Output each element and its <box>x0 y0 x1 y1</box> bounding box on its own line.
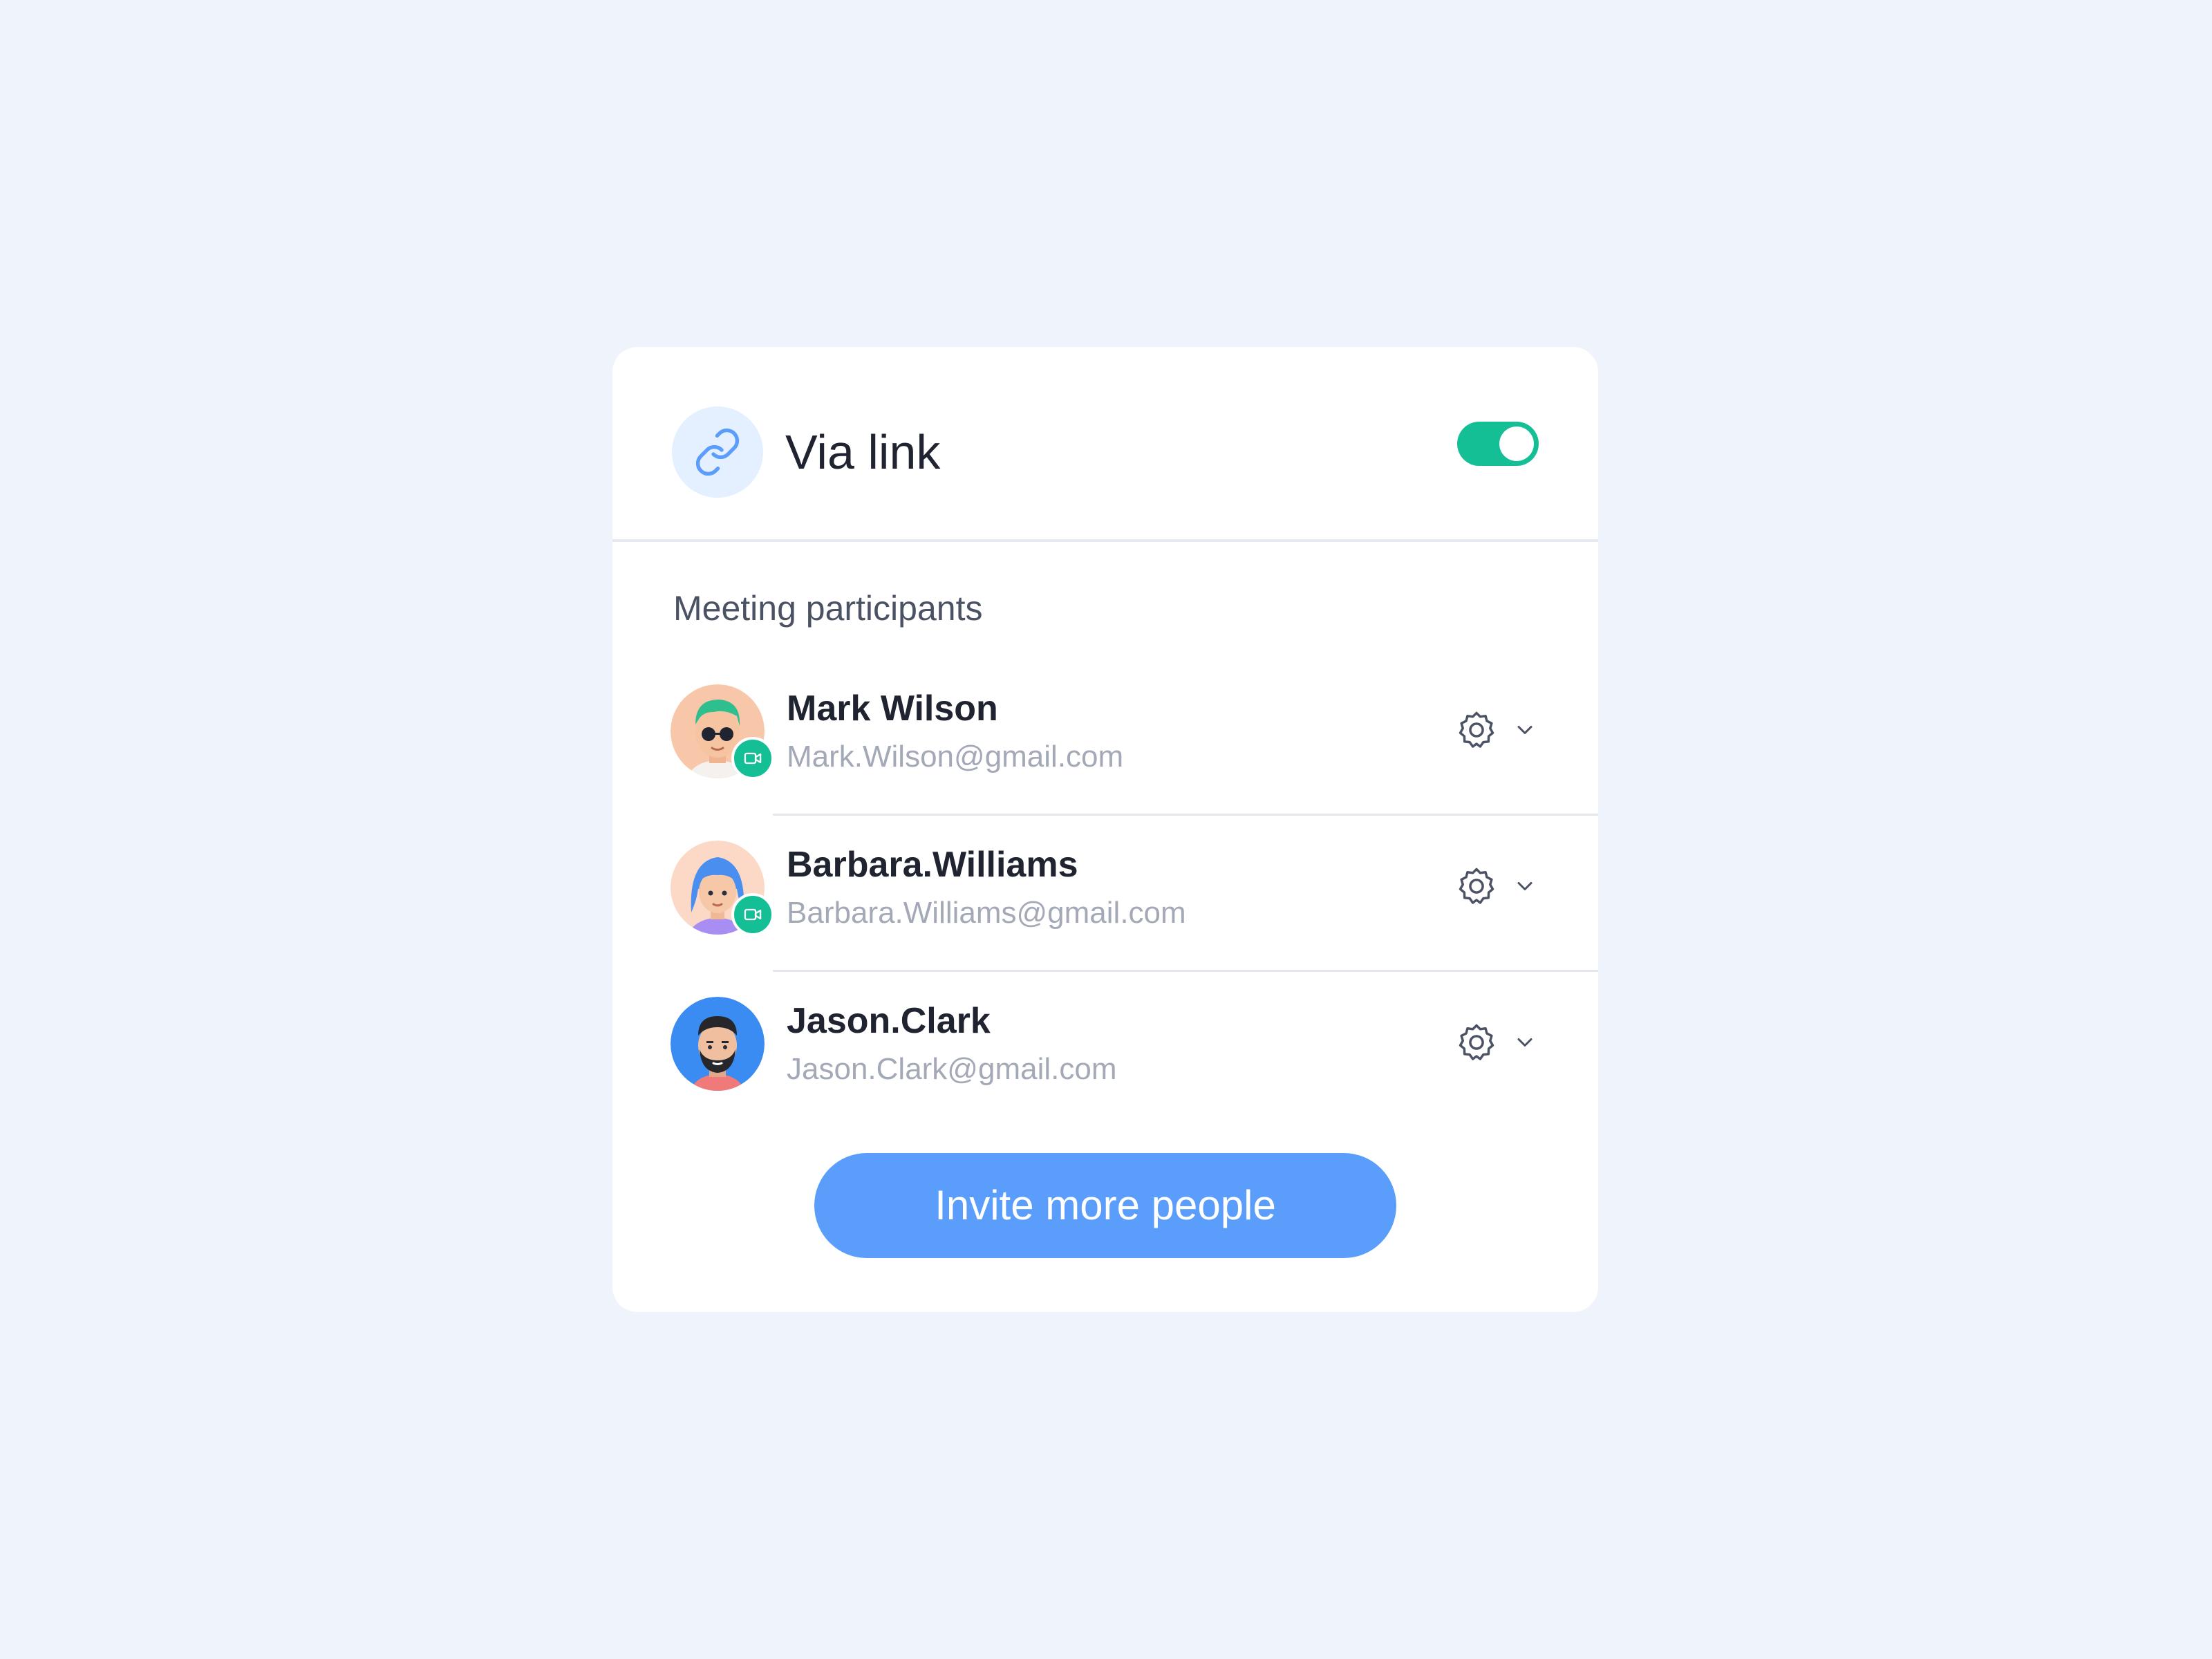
participant-email: Mark.Wilson@gmail.com <box>787 740 1124 774</box>
participant-name: Barbara.Williams <box>787 845 1078 885</box>
participant-name: Jason.Clark <box>787 1001 991 1041</box>
participant-settings-dropdown[interactable] <box>1454 860 1544 912</box>
invite-more-people-button[interactable]: Invite more people <box>814 1153 1396 1258</box>
avatar <box>671 997 765 1091</box>
video-camera-icon <box>731 893 774 936</box>
participant-email: Barbara.Williams@gmail.com <box>787 896 1186 930</box>
header-divider <box>612 539 1598 542</box>
header-title: Via link <box>785 425 941 479</box>
section-title: Meeting participants <box>673 589 983 628</box>
participant-settings-dropdown[interactable] <box>1454 1016 1544 1069</box>
chevron-down-icon <box>1517 1038 1533 1047</box>
invite-card: Via link Meeting participants Mark Wilso… <box>612 347 1598 1312</box>
link-icon <box>672 406 763 498</box>
participant-row: Mark Wilson Mark.Wilson@gmail.com <box>612 659 1598 816</box>
card-header: Via link <box>612 347 1598 542</box>
gear-icon <box>1459 868 1494 904</box>
gear-icon <box>1459 711 1494 748</box>
gear-icon <box>1459 1024 1494 1060</box>
participant-row: Jason.Clark Jason.Clark@gmail.com <box>612 972 1598 1128</box>
chevron-down-icon <box>1517 726 1533 734</box>
via-link-toggle[interactable] <box>1457 422 1539 466</box>
chevron-down-icon <box>1517 882 1533 890</box>
video-camera-icon <box>731 737 774 780</box>
participant-settings-dropdown[interactable] <box>1454 704 1544 756</box>
participant-email: Jason.Clark@gmail.com <box>787 1052 1117 1086</box>
participant-name: Mark Wilson <box>787 688 998 729</box>
toggle-knob <box>1499 427 1534 461</box>
participant-row: Barbara.Williams Barbara.Williams@gmail.… <box>612 816 1598 972</box>
